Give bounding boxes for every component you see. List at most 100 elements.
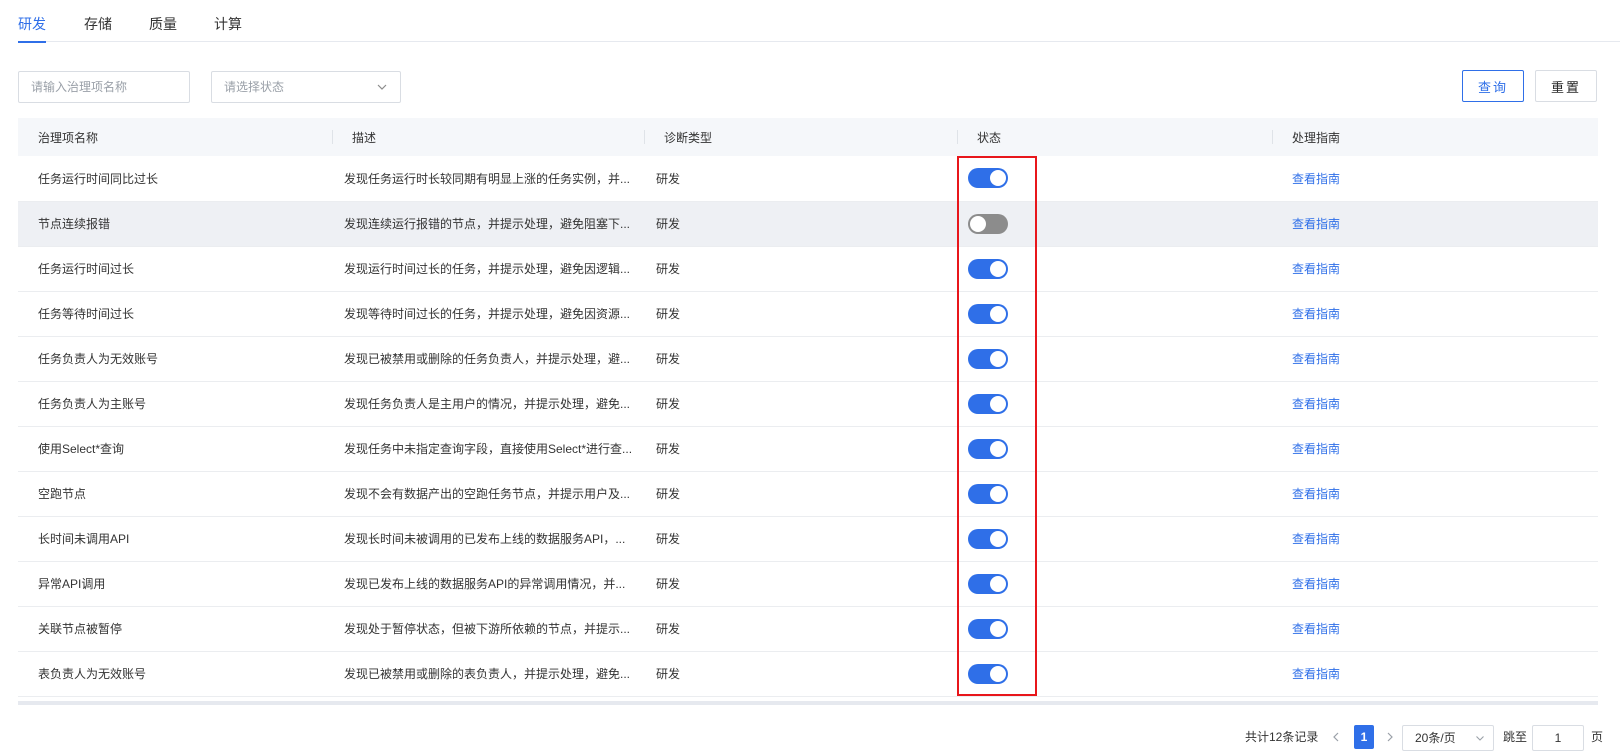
chevron-left-icon[interactable] bbox=[1329, 726, 1343, 748]
table-row: 长时间未调用API 发现长时间未被调用的已发布上线的数据服务API，... 研发 查看… bbox=[18, 516, 1598, 562]
cell-name: 表负责人为无效账号 bbox=[18, 651, 332, 697]
jump-page-input[interactable] bbox=[1532, 725, 1584, 751]
cell-guide: 查看指南 bbox=[1272, 336, 1598, 382]
query-button[interactable]: 查询 bbox=[1462, 70, 1524, 102]
tab-bar: 研发 存储 质量 计算 bbox=[18, 0, 1620, 43]
status-toggle[interactable] bbox=[968, 303, 1008, 324]
cell-name: 长时间未调用API bbox=[18, 516, 332, 562]
view-guide-link[interactable]: 查看指南 bbox=[1292, 667, 1340, 681]
header-desc: 描述 bbox=[332, 118, 644, 156]
cell-status bbox=[957, 561, 1272, 607]
cell-name: 关联节点被暂停 bbox=[18, 606, 332, 652]
view-guide-link[interactable]: 查看指南 bbox=[1292, 532, 1340, 546]
cell-desc: 发现已被禁用或删除的表负责人，并提示处理，避免... bbox=[332, 651, 644, 697]
cell-status bbox=[957, 156, 1272, 202]
cell-status bbox=[957, 606, 1272, 652]
cell-desc: 发现任务中未指定查询字段，直接使用Select*进行查... bbox=[332, 426, 644, 472]
view-guide-link[interactable]: 查看指南 bbox=[1292, 262, 1340, 276]
status-toggle[interactable] bbox=[968, 258, 1008, 279]
cell-desc: 发现已被禁用或删除的任务负责人，并提示处理，避... bbox=[332, 336, 644, 382]
table-row: 关联节点被暂停 发现处于暂停状态，但被下游所依赖的节点，并提示... 研发 查看指南 bbox=[18, 606, 1598, 652]
page-size-select[interactable]: 20条/页 bbox=[1402, 725, 1494, 751]
tab-storage[interactable]: 存储 bbox=[84, 14, 112, 42]
status-toggle[interactable] bbox=[968, 438, 1008, 459]
view-guide-link[interactable]: 查看指南 bbox=[1292, 352, 1340, 366]
cell-guide: 查看指南 bbox=[1272, 471, 1598, 517]
toggle-knob bbox=[990, 440, 1006, 457]
name-search-input[interactable] bbox=[18, 71, 190, 103]
status-select-placeholder: 请选择状态 bbox=[224, 80, 285, 94]
view-guide-link[interactable]: 查看指南 bbox=[1292, 442, 1340, 456]
page-size-label: 20条/页 bbox=[1415, 731, 1456, 745]
cell-name: 使用Select*查询 bbox=[18, 426, 332, 472]
cell-guide: 查看指南 bbox=[1272, 606, 1598, 652]
header-guide: 处理指南 bbox=[1272, 118, 1598, 156]
cell-type: 研发 bbox=[644, 471, 957, 517]
chevron-down-icon bbox=[377, 84, 387, 90]
table-row: 使用Select*查询 发现任务中未指定查询字段，直接使用Select*进行查..… bbox=[18, 426, 1598, 472]
cell-status bbox=[957, 381, 1272, 427]
status-toggle[interactable] bbox=[968, 663, 1008, 684]
tab-quality[interactable]: 质量 bbox=[149, 14, 177, 42]
page-suffix: 页 bbox=[1591, 730, 1604, 744]
status-toggle[interactable] bbox=[968, 348, 1008, 369]
toggle-knob bbox=[990, 665, 1006, 682]
toggle-knob bbox=[990, 485, 1006, 502]
cell-desc: 发现任务运行时长较同期有明显上涨的任务实例，并... bbox=[332, 156, 644, 202]
cell-name: 任务等待时间过长 bbox=[18, 291, 332, 337]
cell-guide: 查看指南 bbox=[1272, 381, 1598, 427]
status-toggle[interactable] bbox=[968, 618, 1008, 639]
page: 研发 存储 质量 计算 请选择状态 查询 重置 治理项名称 描述 诊断类型 状态… bbox=[0, 0, 1623, 751]
header-name: 治理项名称 bbox=[18, 118, 332, 156]
toggle-knob bbox=[990, 395, 1006, 412]
cell-guide: 查看指南 bbox=[1272, 156, 1598, 202]
pagination-total: 共计12条记录 bbox=[1245, 730, 1319, 744]
reset-button[interactable]: 重置 bbox=[1535, 70, 1597, 102]
cell-status bbox=[957, 246, 1272, 292]
status-toggle[interactable] bbox=[968, 573, 1008, 594]
view-guide-link[interactable]: 查看指南 bbox=[1292, 397, 1340, 411]
cell-desc: 发现连续运行报错的节点，并提示处理，避免阻塞下... bbox=[332, 201, 644, 247]
pagination-current-page[interactable]: 1 bbox=[1354, 725, 1374, 749]
status-toggle[interactable] bbox=[968, 393, 1008, 414]
table-row: 节点连续报错 发现连续运行报错的节点，并提示处理，避免阻塞下... 研发 查看指南 bbox=[18, 201, 1598, 247]
cell-desc: 发现长时间未被调用的已发布上线的数据服务API，... bbox=[332, 516, 644, 562]
cell-guide: 查看指南 bbox=[1272, 426, 1598, 472]
tab-compute[interactable]: 计算 bbox=[214, 14, 242, 42]
cell-status bbox=[957, 516, 1272, 562]
cell-guide: 查看指南 bbox=[1272, 651, 1598, 697]
view-guide-link[interactable]: 查看指南 bbox=[1292, 577, 1340, 591]
cell-desc: 发现运行时间过长的任务，并提示处理，避免因逻辑... bbox=[332, 246, 644, 292]
tab-dev[interactable]: 研发 bbox=[18, 14, 46, 43]
view-guide-link[interactable]: 查看指南 bbox=[1292, 217, 1340, 231]
toggle-knob bbox=[990, 620, 1006, 637]
cell-status bbox=[957, 471, 1272, 517]
toggle-knob bbox=[970, 215, 986, 232]
status-toggle[interactable] bbox=[968, 483, 1008, 504]
status-select[interactable]: 请选择状态 bbox=[211, 71, 401, 103]
cell-type: 研发 bbox=[644, 426, 957, 472]
view-guide-link[interactable]: 查看指南 bbox=[1292, 307, 1340, 321]
status-toggle[interactable] bbox=[968, 213, 1008, 234]
chevron-right-icon[interactable] bbox=[1383, 726, 1397, 748]
cell-type: 研发 bbox=[644, 291, 957, 337]
cell-type: 研发 bbox=[644, 606, 957, 652]
status-toggle[interactable] bbox=[968, 168, 1008, 189]
cell-type: 研发 bbox=[644, 516, 957, 562]
cell-name: 空跑节点 bbox=[18, 471, 332, 517]
table-scrollbar[interactable] bbox=[18, 701, 1598, 705]
cell-name: 异常API调用 bbox=[18, 561, 332, 607]
status-toggle[interactable] bbox=[968, 528, 1008, 549]
table-row: 任务运行时间过长 发现运行时间过长的任务，并提示处理，避免因逻辑... 研发 查看指南 bbox=[18, 246, 1598, 292]
view-guide-link[interactable]: 查看指南 bbox=[1292, 487, 1340, 501]
cell-type: 研发 bbox=[644, 201, 957, 247]
toggle-knob bbox=[990, 350, 1006, 367]
cell-desc: 发现不会有数据产出的空跑任务节点，并提示用户及... bbox=[332, 471, 644, 517]
view-guide-link[interactable]: 查看指南 bbox=[1292, 622, 1340, 636]
table-row: 任务负责人为无效账号 发现已被禁用或删除的任务负责人，并提示处理，避... 研发 查看… bbox=[18, 336, 1598, 382]
cell-desc: 发现已发布上线的数据服务API的异常调用情况，并... bbox=[332, 561, 644, 607]
view-guide-link[interactable]: 查看指南 bbox=[1292, 172, 1340, 186]
cell-status bbox=[957, 201, 1272, 247]
table-header-row: 治理项名称 描述 诊断类型 状态 处理指南 bbox=[18, 118, 1598, 156]
cell-desc: 发现任务负责人是主用户的情况，并提示处理，避免... bbox=[332, 381, 644, 427]
